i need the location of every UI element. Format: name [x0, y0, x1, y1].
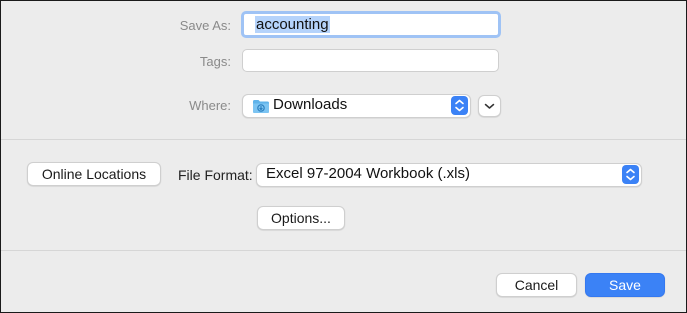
save-as-label: Save As:	[179, 18, 231, 33]
file-format-value: Excel 97-2004 Workbook (.xls)	[266, 165, 470, 182]
where-value: Downloads	[273, 96, 348, 113]
save-as-value: accounting	[255, 16, 330, 33]
options-button[interactable]: Options...	[257, 206, 345, 230]
save-as-selected-text: accounting	[255, 16, 330, 33]
save-button[interactable]: Save	[585, 273, 665, 297]
tags-label: Tags:	[199, 54, 231, 69]
save-as-field[interactable]: accounting	[241, 11, 501, 38]
save-dialog: Save As: accounting Tags: Where: Downloa…	[0, 0, 687, 313]
file-format-stepper-icon	[622, 165, 639, 184]
where-stepper-icon	[451, 96, 468, 115]
where-label: Where:	[189, 98, 231, 113]
file-format-popup[interactable]: Excel 97-2004 Workbook (.xls)	[256, 163, 642, 187]
chevron-down-icon	[484, 103, 495, 109]
cancel-button[interactable]: Cancel	[496, 273, 577, 297]
file-format-label: File Format:	[178, 167, 253, 183]
tags-field[interactable]	[242, 49, 499, 72]
where-popup[interactable]: Downloads	[242, 94, 471, 118]
downloads-folder-icon	[252, 98, 270, 119]
section-divider-top	[1, 139, 686, 140]
expand-dialog-button[interactable]	[478, 95, 501, 117]
section-divider-bottom	[1, 250, 686, 251]
online-locations-button[interactable]: Online Locations	[27, 162, 161, 186]
